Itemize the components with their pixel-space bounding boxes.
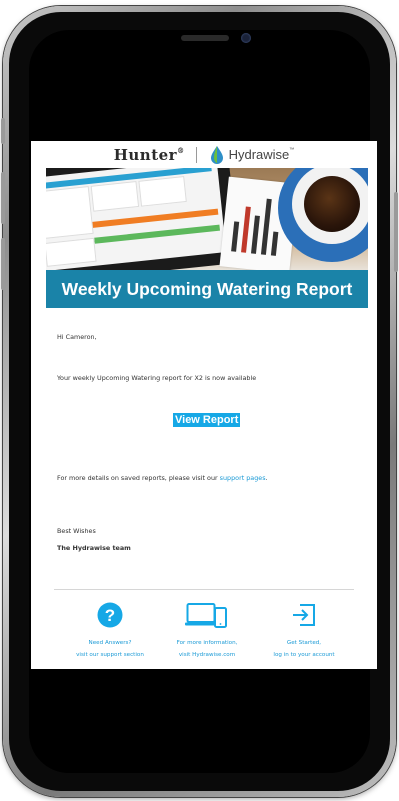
signoff: Best Wishes — [57, 527, 96, 535]
footer-login[interactable]: Get Started, log in to your account — [249, 637, 359, 661]
coffee-illustration — [304, 176, 360, 232]
hero-image — [46, 168, 368, 270]
report-banner: Weekly Upcoming Watering Report — [46, 270, 368, 308]
svg-text:?: ? — [105, 606, 115, 625]
footer-divider — [54, 589, 354, 590]
tablet-illustration — [46, 168, 240, 270]
login-icon[interactable] — [291, 603, 317, 627]
front-camera — [241, 33, 251, 43]
mute-switch — [1, 118, 5, 144]
footer-hydrawise[interactable]: For more information, visit Hydrawise.co… — [152, 637, 262, 661]
banner-title: Weekly Upcoming Watering Report — [61, 278, 353, 299]
details-text: For more details on saved reports, pleas… — [57, 474, 268, 482]
team-signature: The Hydrawise team — [57, 544, 131, 552]
logo-divider — [195, 146, 197, 163]
hydrawise-drop-icon — [210, 145, 223, 164]
intro-text: Your weekly Upcoming Watering report for… — [57, 374, 257, 382]
devices-icon[interactable] — [185, 601, 229, 629]
email-content[interactable]: Hunter® Hydrawise™ Weekly Upcoming Water… — [31, 141, 377, 669]
question-icon[interactable]: ? — [97, 602, 123, 628]
earpiece-speaker — [181, 35, 229, 41]
volume-down-button — [1, 238, 5, 290]
hunter-logo: Hunter® — [113, 145, 185, 164]
greeting: Hi Cameron, — [57, 333, 97, 341]
power-button — [394, 192, 398, 272]
logo-bar: Hunter® Hydrawise™ — [31, 141, 377, 168]
view-report-button[interactable]: View Report — [173, 413, 241, 427]
footer-support[interactable]: Need Answers? visit our support section — [55, 637, 165, 661]
support-pages-link[interactable]: support pages — [220, 474, 266, 482]
hydrawise-logo: Hydrawise™ — [228, 147, 295, 162]
volume-up-button — [1, 172, 5, 224]
